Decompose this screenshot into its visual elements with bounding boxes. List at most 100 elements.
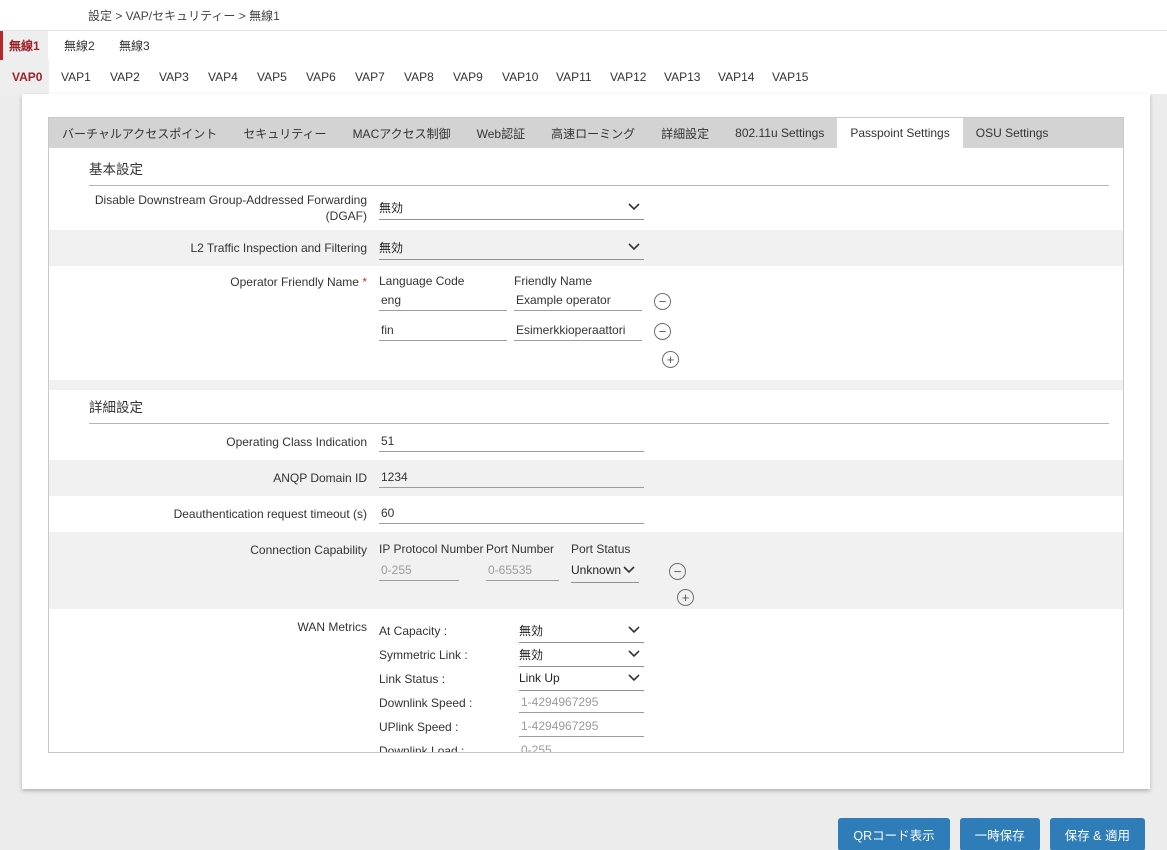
ip-protocol-input[interactable]	[379, 561, 459, 581]
tab-security[interactable]: セキュリティー	[230, 118, 339, 148]
tab-radio3[interactable]: 無線3	[110, 31, 165, 60]
wan-downlink-load-row: Downlink Load :	[379, 739, 1123, 753]
tab-vap11[interactable]: VAP11	[544, 60, 598, 94]
language-code-header: Language Code	[379, 274, 514, 288]
tab-passpoint-settings[interactable]: Passpoint Settings	[837, 118, 962, 148]
settings-sub-tabs: バーチャルアクセスポイント セキュリティー MACアクセス制御 Web認証 高速…	[49, 118, 1123, 148]
tab-fast-roaming[interactable]: 高速ローミング	[538, 118, 648, 148]
tab-radio1[interactable]: 無線1	[0, 31, 48, 60]
operator-add-row: +	[379, 351, 1123, 368]
operating-class-label: Operating Class Indication	[49, 434, 367, 450]
friendly-name-input[interactable]	[514, 321, 642, 341]
radio-tabs: 無線1 無線2 無線3	[0, 31, 1167, 60]
tab-web-auth[interactable]: Web認証	[464, 118, 538, 148]
language-code-input[interactable]	[379, 291, 507, 311]
deauth-timeout-row: Deauthentication request timeout (s)	[49, 496, 1123, 532]
tab-vap3[interactable]: VAP3	[147, 60, 196, 94]
qr-code-button[interactable]: QRコード表示	[838, 818, 949, 850]
tab-vap9[interactable]: VAP9	[441, 60, 490, 94]
connection-capability-table: IP Protocol Number Port Number Port Stat…	[379, 542, 1123, 607]
at-capacity-label: At Capacity :	[379, 624, 519, 638]
tab-vap6[interactable]: VAP6	[294, 60, 343, 94]
downlink-load-label: Downlink Load :	[379, 744, 519, 753]
tab-80211u-settings[interactable]: 802.11u Settings	[722, 118, 837, 148]
port-number-header: Port Number	[486, 542, 571, 556]
l2-filtering-row: L2 Traffic Inspection and Filtering 無効	[49, 230, 1123, 266]
uplink-speed-input[interactable]	[519, 717, 644, 737]
language-code-input[interactable]	[379, 321, 507, 341]
passpoint-form: バーチャルアクセスポイント セキュリティー MACアクセス制御 Web認証 高速…	[48, 117, 1124, 753]
tab-vap15[interactable]: VAP15	[760, 60, 814, 94]
tab-vap8[interactable]: VAP8	[392, 60, 441, 94]
tab-mac-access-control[interactable]: MACアクセス制御	[340, 118, 464, 148]
operator-friendly-name-row: Operator Friendly Name * Language Code F…	[49, 266, 1123, 380]
operator-row: −	[379, 291, 1123, 311]
symmetric-link-label: Symmetric Link :	[379, 648, 519, 662]
tab-advanced-settings[interactable]: 詳細設定	[648, 118, 722, 148]
chevron-down-icon	[628, 621, 640, 639]
save-apply-button[interactable]: 保存 & 適用	[1050, 818, 1145, 850]
circle-minus-icon[interactable]: −	[654, 293, 671, 310]
downlink-speed-input[interactable]	[519, 693, 644, 713]
circle-plus-icon[interactable]: +	[662, 351, 679, 368]
tab-vap14[interactable]: VAP14	[706, 60, 760, 94]
ip-protocol-header: IP Protocol Number	[379, 542, 486, 556]
tab-vap10[interactable]: VAP10	[490, 60, 544, 94]
link-status-select[interactable]: Link Up	[519, 667, 644, 691]
tab-vap1[interactable]: VAP1	[49, 60, 98, 94]
connection-capability-entry: Unknown −	[379, 559, 1123, 583]
downlink-load-input[interactable]	[519, 741, 644, 753]
operator-row: −	[379, 321, 1123, 341]
l2-filtering-label: L2 Traffic Inspection and Filtering	[49, 240, 367, 256]
anqp-domain-row: ANQP Domain ID	[49, 460, 1123, 496]
port-status-header: Port Status	[571, 542, 661, 556]
dgaf-select[interactable]: 無効	[379, 196, 644, 220]
tab-vap13[interactable]: VAP13	[652, 60, 706, 94]
tab-vap0[interactable]: VAP0	[0, 60, 49, 94]
tab-vap4[interactable]: VAP4	[196, 60, 245, 94]
uplink-speed-label: UPlink Speed :	[379, 720, 519, 734]
deauth-timeout-label: Deauthentication request timeout (s)	[49, 506, 367, 522]
port-status-select-value: Unknown	[571, 563, 621, 577]
wan-link-status-row: Link Status : Link Up	[379, 667, 1123, 691]
tab-vap5[interactable]: VAP5	[245, 60, 294, 94]
symmetric-link-select[interactable]: 無効	[519, 643, 644, 667]
anqp-domain-input[interactable]	[379, 468, 644, 488]
tab-vap2[interactable]: VAP2	[98, 60, 147, 94]
circle-plus-icon[interactable]: +	[677, 589, 694, 606]
downlink-speed-label: Downlink Speed :	[379, 696, 519, 710]
wan-downlink-speed-row: Downlink Speed :	[379, 691, 1123, 715]
at-capacity-select[interactable]: 無効	[519, 619, 644, 643]
footer-actions: QRコード表示 一時保存 保存 & 適用	[0, 789, 1167, 850]
l2-filtering-select-value: 無効	[379, 239, 403, 256]
port-number-input[interactable]	[486, 561, 559, 581]
tab-virtual-access-point[interactable]: バーチャルアクセスポイント	[49, 118, 230, 148]
connection-capability-add-row: +	[379, 589, 1123, 607]
chevron-down-icon	[628, 198, 640, 216]
connection-capability-row: Connection Capability IP Protocol Number…	[49, 532, 1123, 609]
basic-section-title: 基本設定	[89, 162, 143, 177]
chevron-down-icon	[628, 238, 640, 256]
dgaf-label: Disable Downstream Group-Addressed Forwa…	[49, 192, 367, 224]
wan-metrics-row: WAN Metrics At Capacity : 無効 Symmetric L…	[49, 609, 1123, 753]
tab-vap7[interactable]: VAP7	[343, 60, 392, 94]
operating-class-input[interactable]	[379, 432, 644, 452]
temp-save-button[interactable]: 一時保存	[960, 818, 1040, 850]
l2-filtering-select[interactable]: 無効	[379, 236, 644, 260]
tab-osu-settings[interactable]: OSU Settings	[963, 118, 1062, 148]
tab-radio2[interactable]: 無線2	[55, 31, 110, 60]
link-status-label: Link Status :	[379, 672, 519, 686]
tab-vap12[interactable]: VAP12	[598, 60, 652, 94]
wan-symmetric-link-row: Symmetric Link : 無効	[379, 643, 1123, 667]
operator-friendly-name-table: Language Code Friendly Name − − +	[379, 274, 1123, 378]
operator-friendly-name-label: Operator Friendly Name *	[49, 274, 367, 290]
port-status-select[interactable]: Unknown	[571, 559, 639, 583]
friendly-name-input[interactable]	[514, 291, 642, 311]
circle-minus-icon[interactable]: −	[654, 323, 671, 340]
deauth-timeout-input[interactable]	[379, 504, 644, 524]
wan-metrics-table: At Capacity : 無効 Symmetric Link : 無効 Lin…	[379, 619, 1123, 753]
wan-metrics-label: WAN Metrics	[49, 619, 367, 635]
basic-section-header: 基本設定	[89, 158, 1109, 186]
chevron-down-icon	[623, 561, 635, 579]
circle-minus-icon[interactable]: −	[669, 563, 686, 580]
